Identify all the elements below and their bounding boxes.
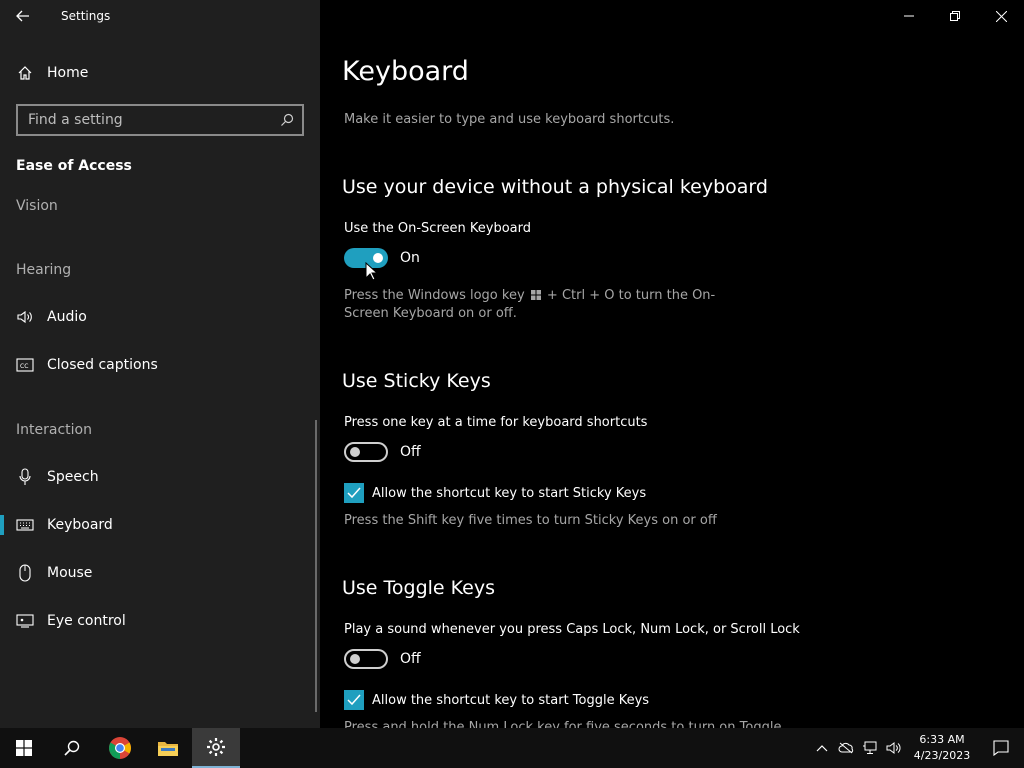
chevron-up-icon — [816, 745, 828, 752]
chrome-taskbar-button[interactable] — [96, 728, 144, 768]
window-controls — [886, 0, 1024, 32]
section-interaction: Interaction — [16, 422, 92, 438]
nav-home-label: Home — [47, 65, 89, 81]
sidebar: Settings Home Ease of Access Vision Hear… — [0, 0, 320, 728]
sticky-toggle-state: Off — [400, 444, 421, 460]
search-icon — [64, 740, 80, 756]
sticky-heading: Use Sticky Keys — [342, 370, 491, 392]
minimize-icon — [904, 15, 914, 17]
notification-icon — [993, 740, 1009, 756]
search-icon[interactable] — [272, 113, 302, 127]
settings-window: Settings Home Ease of Access Vision Hear… — [0, 0, 1024, 728]
checkmark-icon — [347, 487, 361, 499]
sticky-shortcut-checkbox[interactable] — [344, 483, 364, 503]
sidebar-item-keyboard[interactable]: Keyboard — [0, 505, 318, 545]
sidebar-item-label: Audio — [47, 309, 87, 325]
main-content: Keyboard Make it easier to type and use … — [320, 0, 1024, 728]
page-title: Keyboard — [342, 56, 469, 87]
file-explorer-taskbar-button[interactable] — [144, 728, 192, 768]
toggle-keys-heading: Use Toggle Keys — [342, 577, 496, 599]
keyboard-icon — [16, 516, 34, 534]
taskbar-search-button[interactable] — [48, 728, 96, 768]
svg-text:CC: CC — [20, 363, 28, 370]
sidebar-item-label: Speech — [47, 469, 99, 485]
sticky-shortcut-label: Allow the shortcut key to start Sticky K… — [372, 485, 647, 501]
toggle-keys-shortcut-checkbox-row[interactable]: Allow the shortcut key to start Toggle K… — [344, 690, 649, 710]
sticky-label: Press one key at a time for keyboard sho… — [344, 415, 648, 430]
mouse-icon — [16, 564, 34, 582]
sidebar-item-label: Closed captions — [47, 357, 158, 373]
mouse-cursor-icon — [365, 262, 377, 281]
system-tray: 6:33 AM 4/23/2023 — [810, 728, 1024, 768]
home-icon — [16, 64, 34, 82]
osk-hint-prefix: Press the Windows logo key — [344, 288, 525, 303]
sidebar-item-label: Eye control — [47, 613, 126, 629]
toggle-keys-hint: Press and hold the Num Lock key for five… — [344, 720, 782, 728]
group-title: Ease of Access — [16, 158, 132, 174]
network-tray-button[interactable] — [858, 728, 882, 768]
network-icon — [863, 741, 877, 754]
sidebar-item-label: Mouse — [47, 565, 93, 581]
sticky-shortcut-checkbox-row[interactable]: Allow the shortcut key to start Sticky K… — [344, 483, 646, 503]
sticky-toggle[interactable] — [344, 442, 388, 462]
clock-date: 4/23/2023 — [913, 749, 971, 762]
osk-hint: Press the Windows logo key + Ctrl + O to… — [344, 287, 754, 323]
osk-label: Use the On-Screen Keyboard — [344, 221, 531, 236]
page-description: Make it easier to type and use keyboard … — [344, 112, 675, 127]
show-hidden-icons-button[interactable] — [810, 728, 834, 768]
windows-logo-icon — [530, 290, 541, 300]
onedrive-offline-icon — [838, 742, 854, 754]
sidebar-item-label: Keyboard — [47, 517, 113, 533]
back-button[interactable] — [0, 0, 46, 32]
app-title: Settings — [61, 9, 111, 23]
toggle-keys-toggle[interactable] — [344, 649, 388, 669]
action-center-button[interactable] — [978, 728, 1024, 768]
osk-heading: Use your device without a physical keybo… — [342, 176, 768, 198]
section-vision[interactable]: Vision — [16, 198, 58, 214]
sidebar-item-closed-captions[interactable]: CC Closed captions — [0, 345, 318, 385]
search-input[interactable] — [18, 112, 272, 128]
cc-icon: CC — [16, 356, 34, 374]
taskbar: 6:33 AM 4/23/2023 — [0, 728, 1024, 768]
close-icon — [995, 10, 1007, 22]
sidebar-scrollbar[interactable] — [315, 420, 317, 712]
clock-time: 6:33 AM — [919, 733, 965, 746]
toggle-knob — [350, 654, 360, 664]
restore-button[interactable] — [932, 0, 978, 32]
microphone-icon — [16, 468, 34, 486]
windows-logo-icon — [16, 740, 32, 756]
back-arrow-icon — [16, 10, 29, 22]
toggle-keys-toggle-state: Off — [400, 651, 421, 667]
minimize-button[interactable] — [886, 0, 932, 32]
toggle-keys-shortcut-checkbox[interactable] — [344, 690, 364, 710]
section-hearing: Hearing — [16, 262, 72, 278]
eye-control-icon — [16, 612, 34, 630]
settings-taskbar-button[interactable] — [192, 728, 240, 768]
close-button[interactable] — [978, 0, 1024, 32]
speaker-icon — [886, 742, 901, 754]
clock[interactable]: 6:33 AM 4/23/2023 — [906, 732, 978, 764]
sidebar-item-speech[interactable]: Speech — [0, 457, 318, 497]
toggle-keys-shortcut-label: Allow the shortcut key to start Toggle K… — [372, 692, 650, 708]
sidebar-item-audio[interactable]: Audio — [0, 297, 318, 337]
start-button[interactable] — [0, 728, 48, 768]
sticky-hint: Press the Shift key five times to turn S… — [344, 513, 717, 528]
folder-icon — [158, 742, 178, 756]
restore-icon — [950, 11, 960, 21]
nav-home[interactable]: Home — [0, 53, 318, 93]
volume-tray-button[interactable] — [882, 728, 906, 768]
toggle-knob — [350, 447, 360, 457]
sidebar-item-mouse[interactable]: Mouse — [0, 553, 318, 593]
search-box[interactable] — [16, 104, 304, 136]
title-bar: Settings — [0, 0, 320, 32]
chrome-icon — [109, 737, 131, 759]
sidebar-item-eye-control[interactable]: Eye control — [0, 601, 318, 641]
gear-icon — [207, 738, 225, 756]
onedrive-tray-button[interactable] — [834, 728, 858, 768]
speaker-icon — [16, 308, 34, 326]
checkmark-icon — [347, 694, 361, 706]
toggle-keys-label: Play a sound whenever you press Caps Loc… — [344, 622, 800, 637]
osk-toggle-state: On — [400, 250, 420, 266]
